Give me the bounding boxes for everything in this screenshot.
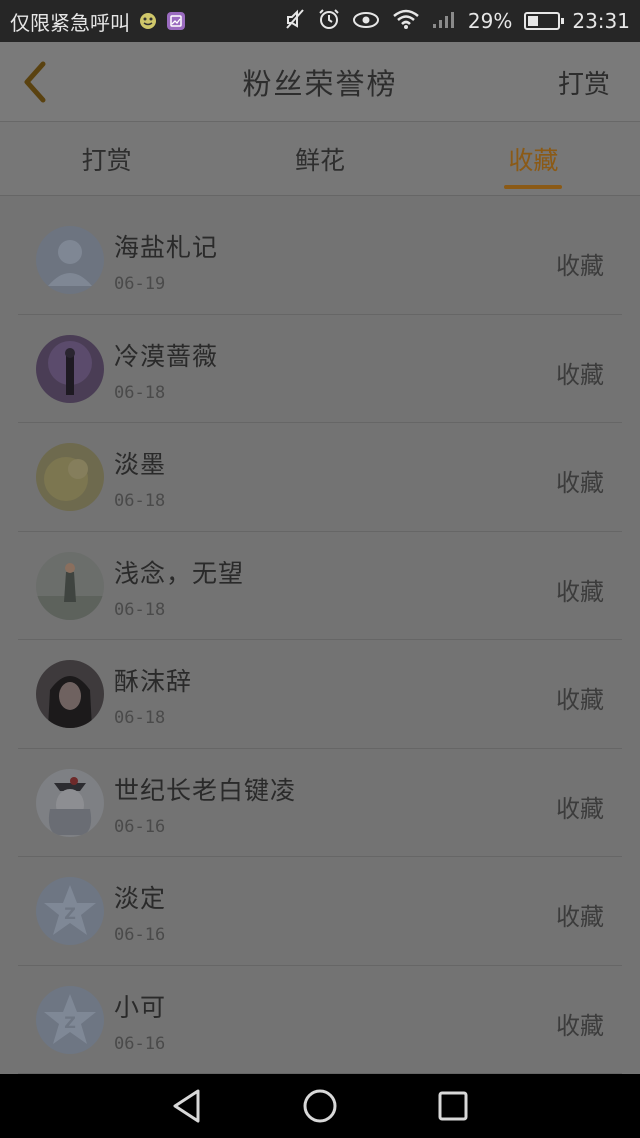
avatar: Z xyxy=(36,985,104,1054)
photo-avatar-icon xyxy=(36,551,104,620)
fan-name: 酥沫辞 xyxy=(114,667,193,696)
mute-icon xyxy=(284,8,306,35)
avatar xyxy=(36,768,104,837)
fan-name: 淡墨 xyxy=(114,450,167,479)
photo-avatar-icon xyxy=(36,443,104,511)
tab-bar: 打赏 鲜花 收藏 xyxy=(0,122,640,196)
alarm-icon xyxy=(318,8,340,35)
screen: 仅限紧急呼叫 29% 23:31 粉丝荣誉榜 打赏 打赏 鲜花 收藏 海盐札记 … xyxy=(0,0,640,1138)
fan-date: 06-18 xyxy=(114,599,166,620)
battery-icon xyxy=(524,12,565,30)
qq-star-avatar-icon: Z xyxy=(36,985,104,1054)
list-item[interactable]: Z 小可 06-16 收藏 xyxy=(18,966,622,1074)
nav-recents-button[interactable] xyxy=(433,1086,473,1126)
eye-icon xyxy=(352,9,380,34)
fan-date: 06-19 xyxy=(114,274,166,294)
svg-text:Z: Z xyxy=(64,1013,76,1032)
row-action-label: 收藏 xyxy=(556,794,604,823)
list-item[interactable]: Z 淡定 06-16 收藏 xyxy=(18,857,622,966)
row-action-label: 收藏 xyxy=(556,469,604,497)
wifi-icon xyxy=(392,8,420,35)
fan-name: 小可 xyxy=(114,992,167,1022)
photo-avatar-icon xyxy=(36,334,104,403)
row-action-label: 收藏 xyxy=(556,903,604,931)
row-action-label: 收藏 xyxy=(556,1011,604,1040)
fan-name: 海盐札记 xyxy=(114,233,219,262)
fan-date: 06-18 xyxy=(114,708,166,728)
row-action-label: 收藏 xyxy=(556,686,604,714)
list-item[interactable]: 海盐札记 06-19 收藏 xyxy=(18,206,622,315)
default-person-avatar-icon xyxy=(36,226,104,294)
fan-name: 世纪长老白键凌 xyxy=(114,775,297,805)
emoji-notification-icon xyxy=(138,11,158,31)
chevron-left-icon xyxy=(24,61,46,103)
page-title: 粉丝荣誉榜 xyxy=(242,66,398,101)
clock: 23:31 xyxy=(572,9,630,33)
signal-icon xyxy=(432,9,456,34)
nav-home-button[interactable] xyxy=(300,1086,340,1126)
photo-avatar-icon xyxy=(36,660,104,728)
circle-home-icon xyxy=(303,1089,337,1123)
battery-fill xyxy=(528,16,538,26)
fan-name: 冷漠蔷薇 xyxy=(114,341,219,371)
row-action-label: 收藏 xyxy=(556,577,604,606)
tab-label: 鲜花 xyxy=(294,145,345,175)
gallery-notification-icon xyxy=(166,11,186,31)
nav-back-button[interactable] xyxy=(167,1086,207,1126)
fan-date: 06-16 xyxy=(114,1033,166,1054)
carrier-text: 仅限紧急呼叫 xyxy=(10,10,130,35)
status-left: 仅限紧急呼叫 xyxy=(10,7,284,36)
avatar xyxy=(36,551,104,620)
reward-button[interactable]: 打赏 xyxy=(558,64,610,101)
battery-percent: 29% xyxy=(467,9,513,33)
status-right: 29% 23:31 xyxy=(284,8,630,35)
square-recents-icon xyxy=(438,1091,468,1121)
qq-star-avatar-icon: Z xyxy=(36,877,104,945)
list-item[interactable]: 淡墨 06-18 收藏 xyxy=(18,423,622,532)
fan-name: 淡定 xyxy=(114,884,167,913)
tab-label: 打赏 xyxy=(81,145,132,175)
active-tab-indicator xyxy=(504,185,563,189)
list-item[interactable]: 浅念，无望 06-18 收藏 xyxy=(18,532,622,640)
fan-name: 浅念，无望 xyxy=(114,558,245,588)
system-nav-bar xyxy=(0,1074,640,1138)
triangle-back-icon xyxy=(173,1089,200,1123)
tab-favorites[interactable]: 收藏 xyxy=(427,122,640,195)
row-action-label: 收藏 xyxy=(556,252,604,280)
fan-date: 06-18 xyxy=(114,382,166,403)
fan-list: 海盐札记 06-19 收藏 冷漠蔷薇 06-18 收藏 淡墨 06-18 收藏 … xyxy=(0,206,640,1074)
fan-date: 06-18 xyxy=(114,491,166,511)
avatar xyxy=(36,660,104,728)
fan-date: 06-16 xyxy=(114,816,166,837)
status-bar: 仅限紧急呼叫 29% 23:31 xyxy=(0,0,640,42)
row-action-label: 收藏 xyxy=(556,360,604,389)
svg-text:Z: Z xyxy=(64,904,76,923)
tab-reward[interactable]: 打赏 xyxy=(0,122,213,195)
avatar: Z xyxy=(36,877,104,945)
list-item[interactable]: 酥沫辞 06-18 收藏 xyxy=(18,640,622,749)
back-button[interactable] xyxy=(14,58,54,106)
tab-label: 收藏 xyxy=(508,145,559,175)
avatar xyxy=(36,226,104,294)
fan-date: 06-16 xyxy=(114,925,166,945)
list-item[interactable]: 世纪长老白键凌 06-16 收藏 xyxy=(18,749,622,857)
avatar xyxy=(36,334,104,403)
avatar xyxy=(36,443,104,511)
list-item[interactable]: 冷漠蔷薇 06-18 收藏 xyxy=(18,315,622,423)
app-header: 粉丝荣誉榜 打赏 xyxy=(0,42,640,122)
tab-flowers[interactable]: 鲜花 xyxy=(213,122,426,195)
photo-avatar-icon xyxy=(36,768,104,837)
